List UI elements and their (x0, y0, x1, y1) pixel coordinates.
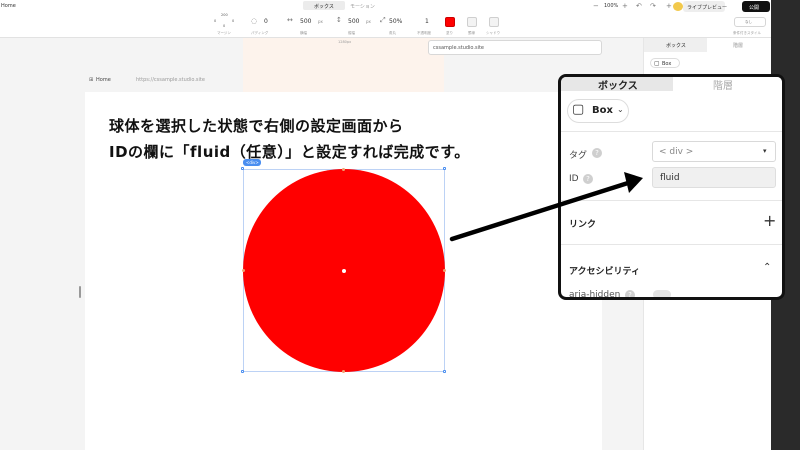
annotation-line-2: IDの欄に「fluid（任意）」と設定すれば完成です。 (109, 143, 470, 161)
pointer-arrow (449, 172, 643, 242)
annotation-line-1: 球体を選択した状態で右側の設定画面から (109, 117, 404, 135)
